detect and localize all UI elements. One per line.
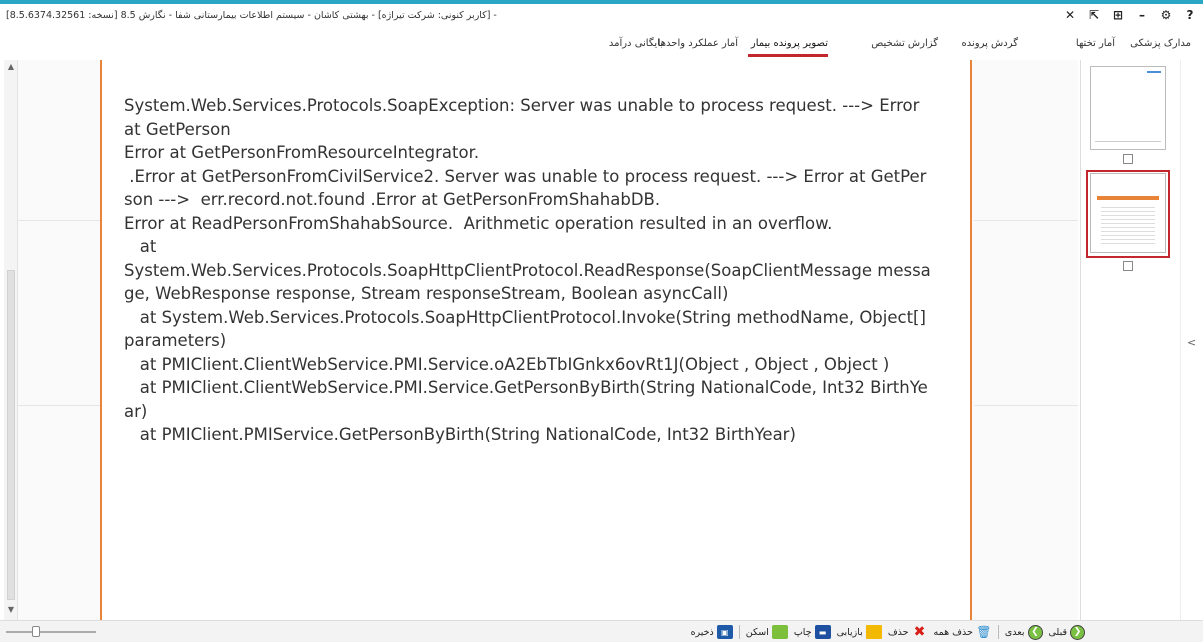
help-icon[interactable]: ? (1183, 8, 1197, 22)
vertical-scrollbar[interactable]: ▲ ▼ (4, 60, 18, 620)
tab-bed-stats[interactable]: آمار تختها (1076, 38, 1115, 49)
bottom-toolbar: ▣ ذخیره اسکن ▬ چاپ بازیابی ✖ حذف 🗑 حذف ه… (0, 620, 1203, 642)
document-viewer: System.Web.Services.Protocols.SoapExcept… (18, 60, 1078, 620)
tab-income-archive[interactable]: بایگانی درآمد (609, 38, 663, 49)
prev-label: قبلی (1048, 626, 1067, 638)
thumbnail-panel (1080, 60, 1180, 620)
printer-icon: ▬ (814, 625, 831, 639)
save-label: ذخیره (690, 626, 714, 638)
divider (974, 220, 1078, 221)
save-icon: ▣ (716, 625, 733, 639)
next-button[interactable]: ❯ بعدی (1004, 624, 1043, 640)
close-icon[interactable]: ✕ (1063, 8, 1077, 22)
print-button[interactable]: ▬ چاپ (794, 625, 831, 639)
delete-all-label: حذف همه (933, 626, 973, 638)
tab-file-circulation[interactable]: گردش پرونده (961, 38, 1018, 49)
action-toolbar: ▣ ذخیره اسکن ▬ چاپ بازیابی ✖ حذف 🗑 حذف ه… (691, 623, 1085, 641)
scan-icon (771, 625, 788, 639)
x-delete-icon: ✖ (913, 624, 926, 640)
prev-button[interactable]: ❮ قبلی (1048, 624, 1085, 640)
separator (997, 625, 999, 639)
page-thumbnail-2[interactable] (1090, 173, 1166, 253)
active-tab-indicator (748, 54, 828, 57)
separator (738, 625, 740, 639)
tab-patient-file-image[interactable]: تصویر پرونده بیمار (751, 38, 828, 49)
tab-medical-records[interactable]: مدارک پزشکی (1130, 38, 1191, 49)
tab-bar: مدارک پزشکی آمار تختها گردش پرونده گزارش… (0, 28, 1203, 60)
maximize-icon[interactable]: ⊞ (1111, 8, 1125, 22)
delete-label: حذف (887, 626, 909, 638)
scan-button[interactable]: اسکن (746, 625, 788, 639)
next-label: بعدی (1004, 626, 1025, 638)
window-title: - [کاربر کنونی: شرکت تیراژه] - بهشتی کاش… (6, 10, 497, 21)
zoom-slider-knob[interactable] (32, 626, 40, 637)
divider (18, 405, 100, 406)
window-controls: ✕ ⇱ ⊞ – ⚙ ? (1063, 8, 1197, 22)
error-text: System.Web.Services.Protocols.SoapExcept… (124, 96, 931, 444)
page-thumbnail-1[interactable] (1090, 66, 1166, 150)
delete-all-button[interactable]: 🗑 حذف همه (934, 625, 992, 639)
delete-button[interactable]: ✖ حذف (887, 624, 928, 640)
arrow-prev-icon: ❮ (1070, 624, 1085, 640)
restore-label: بازیابی (836, 626, 863, 638)
tab-unit-performance[interactable]: آمار عملکرد واحدها (658, 38, 738, 49)
print-label: چاپ (793, 626, 812, 638)
divider (18, 220, 100, 221)
trash-icon: 🗑 (976, 625, 992, 639)
minimize-icon[interactable]: – (1135, 8, 1149, 22)
page-2-checkbox[interactable] (1123, 261, 1133, 271)
page-1-checkbox[interactable] (1123, 154, 1133, 164)
save-button[interactable]: ▣ ذخیره (691, 625, 733, 639)
settings-icon[interactable]: ⚙ (1159, 8, 1173, 22)
zoom-slider[interactable] (6, 626, 96, 637)
scroll-up-icon[interactable]: ▲ (4, 62, 18, 71)
folder-icon (865, 625, 882, 639)
collapse-arrow-icon[interactable]: < (1187, 336, 1196, 349)
restore-window-icon[interactable]: ⇱ (1087, 8, 1101, 22)
side-collapse-strip: < (1180, 60, 1203, 620)
arrow-next-icon: ❯ (1027, 624, 1043, 640)
scan-label: اسکن (745, 626, 769, 638)
tab-diagnosis-report[interactable]: گزارش تشخیص (871, 38, 938, 49)
scroll-down-icon[interactable]: ▼ (4, 605, 18, 614)
divider (974, 405, 1078, 406)
scrollbar-thumb[interactable] (7, 270, 15, 600)
document-page: System.Web.Services.Protocols.SoapExcept… (100, 60, 972, 620)
title-bar: - [کاربر کنونی: شرکت تیراژه] - بهشتی کاش… (0, 4, 1203, 28)
restore-button[interactable]: بازیابی (837, 625, 882, 639)
